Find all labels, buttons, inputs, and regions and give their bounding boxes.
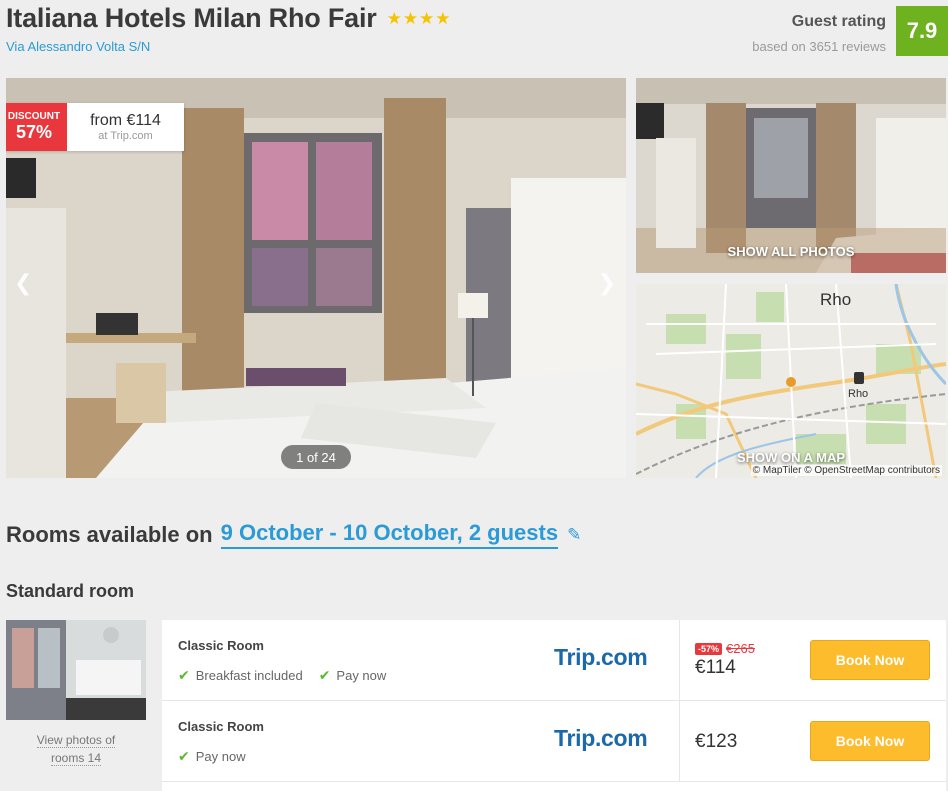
offer-room-name: Classic Room bbox=[178, 638, 264, 653]
feature-label: Pay now bbox=[336, 668, 387, 683]
check-icon: ✔ bbox=[318, 667, 331, 683]
offer-features: ✔ Pay now bbox=[178, 748, 246, 765]
price-source: at Trip.com bbox=[98, 130, 153, 142]
room-thumbnail-image bbox=[6, 620, 146, 720]
star-rating-icon: ★★★★ bbox=[386, 8, 452, 28]
offer-row: Classic Room ✔ Breakfast included ✔ Pay … bbox=[162, 620, 946, 701]
show-on-map-label[interactable]: SHOW ON A MAP bbox=[636, 450, 946, 465]
show-all-photos-label[interactable]: SHOW ALL PHOTOS bbox=[636, 244, 946, 259]
offer-price: €114 bbox=[695, 657, 736, 678]
offer-price: €123 bbox=[695, 731, 738, 752]
discount-label: DISCOUNT bbox=[7, 111, 61, 122]
room-thumbnail[interactable] bbox=[6, 620, 146, 720]
feature-item: ✔ Pay now bbox=[319, 667, 387, 684]
pencil-icon[interactable]: ✎ bbox=[567, 525, 581, 545]
discount-percent: 57% bbox=[15, 122, 53, 142]
discount-banner[interactable]: DISCOUNT 57% from €114 at Trip.com bbox=[6, 103, 184, 151]
chevron-right-icon[interactable]: ❯ bbox=[598, 270, 616, 296]
feature-item: ✔ Pay now bbox=[178, 748, 246, 765]
rating-score-badge: 7.9 bbox=[896, 6, 948, 56]
map-image bbox=[636, 284, 946, 478]
provider-logo[interactable]: Trip.com bbox=[554, 725, 648, 752]
from-price-box: from €114 at Trip.com bbox=[67, 103, 184, 151]
hotel-name: Italiana Hotels Milan Rho Fair bbox=[6, 3, 377, 33]
check-icon: ✔ bbox=[178, 667, 190, 683]
discount-badge: -57% bbox=[695, 642, 723, 655]
offers-list: Classic Room ✔ Breakfast included ✔ Pay … bbox=[162, 620, 946, 791]
book-now-button[interactable]: Book Now bbox=[810, 640, 930, 680]
date-guests-selector[interactable]: 9 October - 10 October, 2 guests bbox=[220, 520, 559, 549]
provider-logo[interactable]: Trip.com bbox=[554, 644, 648, 671]
hotel-title: Italiana Hotels Milan Rho Fair ★★★★ bbox=[6, 3, 452, 34]
view-photos-line2[interactable]: rooms 14 bbox=[50, 751, 102, 766]
rooms-heading-prefix: Rooms available on bbox=[6, 521, 213, 547]
from-price: from €114 bbox=[90, 112, 161, 129]
chevron-left-icon[interactable]: ❮ bbox=[14, 270, 32, 296]
guest-rating-label: Guest rating bbox=[791, 13, 886, 30]
map-station-label: Rho bbox=[848, 388, 869, 400]
check-icon: ✔ bbox=[178, 748, 190, 764]
photo-counter: 1 of 24 bbox=[281, 445, 351, 469]
divider bbox=[679, 620, 680, 700]
feature-label: Pay now bbox=[195, 749, 246, 764]
view-photos-link[interactable]: View photos of rooms 14 bbox=[6, 731, 146, 767]
show-all-photos-tile[interactable]: SHOW ALL PHOTOS bbox=[636, 78, 946, 273]
rooms-heading: Rooms available on 9 October - 10 Octobe… bbox=[6, 520, 581, 549]
feature-item: ✔ Breakfast included bbox=[178, 667, 303, 684]
feature-label: Breakfast included bbox=[195, 668, 303, 683]
old-price: €265 bbox=[726, 641, 755, 656]
map-attribution[interactable]: © MapTiler © OpenStreetMap contributors bbox=[750, 465, 942, 476]
hotel-address-link[interactable]: Via Alessandro Volta S/N bbox=[6, 39, 150, 54]
offer-room-name: Classic Room bbox=[178, 719, 264, 734]
view-photos-line1[interactable]: View photos of bbox=[36, 733, 116, 748]
book-now-button[interactable]: Book Now bbox=[810, 721, 930, 761]
photo-gallery[interactable]: DISCOUNT 57% from €114 at Trip.com ❮ ❯ 1… bbox=[6, 78, 626, 478]
room-type-title: Standard room bbox=[6, 581, 135, 601]
old-price-row: -57% €265 bbox=[695, 641, 755, 656]
map-tile[interactable]: Rho Rho SHOW ON A MAP © MapTiler © OpenS… bbox=[636, 284, 946, 478]
review-count: based on 3651 reviews bbox=[752, 39, 886, 54]
offer-row: Classic Room ✔ Pay now Trip.com €123 Boo… bbox=[162, 701, 946, 782]
offer-features: ✔ Breakfast included ✔ Pay now bbox=[178, 667, 386, 684]
divider bbox=[679, 701, 680, 781]
discount-badge: DISCOUNT 57% bbox=[6, 103, 67, 151]
map-city-label: Rho bbox=[820, 290, 852, 309]
